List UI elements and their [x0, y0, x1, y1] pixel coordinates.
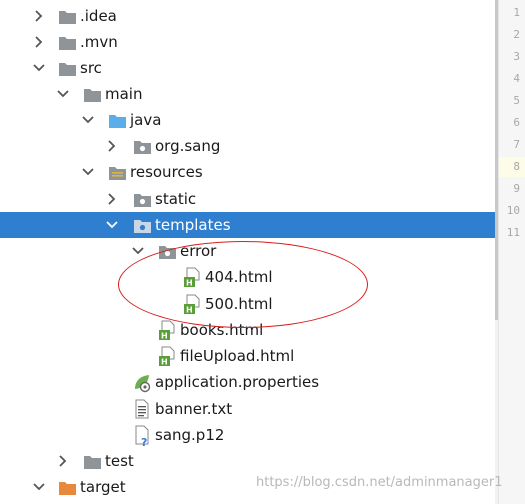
- html-file-icon: H: [182, 264, 202, 290]
- project-tree: .idea .mvn src main java org.sang resour…: [0, 0, 495, 504]
- tree-item-label: books.html: [180, 321, 264, 339]
- folder-icon: [57, 3, 77, 29]
- tree-item-main[interactable]: main: [0, 81, 495, 107]
- tree-item-label: test: [105, 452, 134, 470]
- line-number: 1: [513, 6, 520, 19]
- svg-text:H: H: [186, 306, 193, 315]
- package-icon: [157, 238, 177, 264]
- folder-icon: [57, 29, 77, 55]
- chevron-right-icon[interactable]: [29, 3, 49, 29]
- line-number: 11: [506, 226, 520, 239]
- svg-text:?: ?: [141, 436, 147, 448]
- spring-properties-icon: [132, 369, 152, 395]
- chevron-down-icon[interactable]: [102, 212, 122, 238]
- line-number: 4: [513, 72, 520, 85]
- excluded-folder-icon: [57, 474, 77, 500]
- tree-item-templates[interactable]: templates: [0, 212, 495, 238]
- tree-item-idea[interactable]: .idea: [0, 3, 495, 29]
- html-file-icon: H: [182, 291, 202, 317]
- line-number: 7: [513, 138, 520, 151]
- tree-item-500-html[interactable]: H 500.html: [0, 291, 495, 317]
- package-icon: [132, 186, 152, 212]
- tree-item-label: .idea: [80, 7, 117, 25]
- source-root-folder-icon: [107, 107, 127, 133]
- tree-item-fileupload-html[interactable]: H fileUpload.html: [0, 343, 495, 369]
- resources-folder-icon: [107, 159, 127, 185]
- watermark: https://blog.csdn.net/adminmanager1: [256, 475, 503, 490]
- tree-item-label: resources: [130, 163, 203, 181]
- tree-item-banner-txt[interactable]: banner.txt: [0, 396, 495, 422]
- svg-text:H: H: [161, 332, 168, 341]
- chevron-down-icon[interactable]: [53, 81, 73, 107]
- line-number: 2: [513, 28, 520, 41]
- tree-item-label: application.properties: [155, 373, 320, 391]
- line-number: 6: [513, 116, 520, 129]
- chevron-right-icon[interactable]: [29, 29, 49, 55]
- tree-item-resources[interactable]: resources: [0, 159, 495, 185]
- tree-item-src[interactable]: src: [0, 55, 495, 81]
- tree-item-label: main: [105, 85, 143, 103]
- tree-item-label: sang.p12: [155, 426, 225, 444]
- folder-icon: [57, 55, 77, 81]
- line-number: 3: [513, 50, 520, 63]
- tree-item-books-html[interactable]: H books.html: [0, 317, 495, 343]
- tree-item-label: banner.txt: [155, 400, 233, 418]
- html-file-icon: H: [157, 317, 177, 343]
- svg-text:H: H: [161, 358, 168, 367]
- tree-item-org-sang[interactable]: org.sang: [0, 133, 495, 159]
- tree-item-label: target: [80, 478, 126, 496]
- tree-item-application-properties[interactable]: application.properties: [0, 369, 495, 395]
- chevron-down-icon[interactable]: [128, 238, 148, 264]
- tree-item-error[interactable]: error: [0, 238, 495, 264]
- tree-item-label: 404.html: [205, 268, 273, 286]
- line-number: 10: [506, 204, 520, 217]
- chevron-right-icon[interactable]: [53, 448, 73, 474]
- tree-item-label: java: [130, 111, 162, 129]
- chevron-down-icon[interactable]: [78, 107, 98, 133]
- folder-icon: [82, 448, 102, 474]
- tree-item-label: .mvn: [80, 33, 118, 51]
- html-file-icon: H: [157, 343, 177, 369]
- line-number: 5: [513, 94, 520, 107]
- line-number: 9: [513, 182, 520, 195]
- chevron-down-icon[interactable]: [78, 159, 98, 185]
- tree-item-label: org.sang: [155, 137, 221, 155]
- text-file-icon: [132, 396, 152, 422]
- chevron-right-icon[interactable]: [102, 133, 122, 159]
- folder-icon: [82, 81, 102, 107]
- line-number: 8: [513, 160, 520, 173]
- chevron-right-icon[interactable]: [102, 186, 122, 212]
- tree-item-label: error: [180, 242, 217, 260]
- tree-item-static[interactable]: static: [0, 186, 495, 212]
- tree-item-label: src: [80, 59, 102, 77]
- tree-item-java[interactable]: java: [0, 107, 495, 133]
- chevron-down-icon[interactable]: [29, 474, 49, 500]
- package-icon: [132, 212, 152, 238]
- tree-item-404-html[interactable]: H 404.html: [0, 264, 495, 290]
- tree-item-label: 500.html: [205, 295, 273, 313]
- editor-gutter: 1 2 3 4 5 6 7 8 9 10 11: [498, 0, 525, 504]
- tree-item-test[interactable]: test: [0, 448, 495, 474]
- tree-item-mvn[interactable]: .mvn: [0, 29, 495, 55]
- tree-item-sang-p12[interactable]: ? sang.p12: [0, 422, 495, 448]
- package-icon: [132, 133, 152, 159]
- tree-item-label: templates: [155, 216, 231, 234]
- tree-item-label: fileUpload.html: [180, 347, 295, 365]
- unknown-file-icon: ?: [132, 422, 152, 448]
- tree-item-label: static: [155, 190, 197, 208]
- chevron-down-icon[interactable]: [29, 55, 49, 81]
- current-line-highlight: [499, 157, 525, 177]
- svg-text:H: H: [186, 279, 193, 288]
